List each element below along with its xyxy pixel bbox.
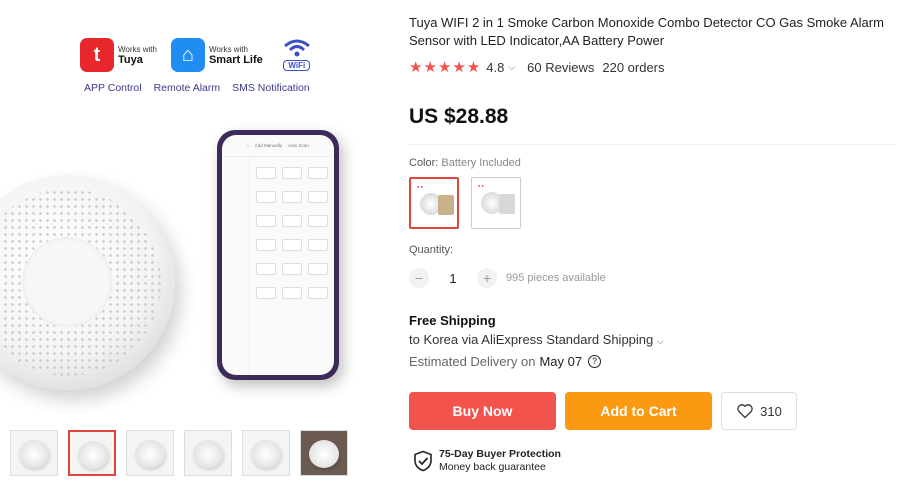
smart-life-app-icon: ⌂ <box>170 38 205 72</box>
thumbnail-4[interactable] <box>184 430 232 476</box>
color-label: Color: Battery Included <box>409 157 521 169</box>
quantity-increase-button[interactable]: + <box>477 268 497 288</box>
delivery-date: May 07 <box>539 354 583 369</box>
feature-captions: APP Control Remote Alarm SMS Notificatio… <box>84 82 310 94</box>
wishlist-count: 310 <box>760 403 782 419</box>
color-selected-value: Battery Included <box>441 157 521 169</box>
smoke-detector-image <box>0 175 175 390</box>
rating-row: ★★★★★ 4.8 ⌵ 60 Reviews 220 orders <box>409 58 665 76</box>
smart-life-badge: ⌂ Works with Smart Life <box>170 38 263 72</box>
thumbnail-6[interactable] <box>300 430 348 476</box>
tuya-app-name: Tuya <box>118 54 143 66</box>
wishlist-button[interactable]: 310 <box>721 392 797 430</box>
add-to-cart-button[interactable]: Add to Cart <box>565 392 712 430</box>
chevron-down-icon[interactable]: ⌵ <box>508 62 515 73</box>
shipping-method-text: to Korea via AliExpress Standard Shippin… <box>409 332 654 347</box>
shipping-method[interactable]: to Korea via AliExpress Standard Shippin… <box>409 332 664 347</box>
star-rating-icon[interactable]: ★★★★★ <box>409 58 481 76</box>
caption-remote-alarm: Remote Alarm <box>153 82 221 94</box>
phone-app-image: ‹ Add Manually Auto Scan <box>217 130 339 380</box>
protection-subtitle: Money back guarantee <box>439 461 546 473</box>
smart-life-app-name: Smart Life <box>208 54 263 66</box>
reviews-link[interactable]: 60 Reviews <box>527 60 594 75</box>
heart-icon <box>737 404 753 419</box>
wifi-badge: WiFi <box>277 38 317 71</box>
quantity-label: Quantity: <box>409 244 454 256</box>
orders-count: 220 orders <box>602 59 665 75</box>
delivery-label: Estimated Delivery on <box>409 354 536 369</box>
product-price: US $28.88 <box>409 105 509 128</box>
product-gallery: t Works with Tuya ⌂ Works with Smart Lif… <box>0 0 384 486</box>
quantity-available: 995 pieces available <box>506 272 606 284</box>
tuya-badge: t Works with Tuya <box>80 38 157 72</box>
help-icon[interactable]: ? <box>588 355 602 368</box>
chevron-down-icon: ⌵ <box>656 336 664 346</box>
variant-option-2[interactable]: ● ● <box>471 177 521 229</box>
thumbnail-5[interactable] <box>242 430 290 476</box>
buy-now-button[interactable]: Buy Now <box>409 392 556 430</box>
wifi-icon <box>283 39 310 57</box>
estimated-delivery: Estimated Delivery on May 07 ? <box>409 354 602 369</box>
quantity-value[interactable]: 1 <box>429 271 477 286</box>
variant-option-1[interactable]: ● ● <box>409 177 459 229</box>
smart-life-works-with: Works with <box>208 45 248 54</box>
wifi-label: WiFi <box>283 60 311 71</box>
thumbnail-3[interactable] <box>126 430 174 476</box>
thumbnail-2[interactable] <box>68 430 116 476</box>
rating-score: 4.8 <box>486 59 505 75</box>
tuya-app-icon: t <box>80 38 114 72</box>
quantity-decrease-button[interactable]: − <box>409 268 429 288</box>
thumbnail-1[interactable] <box>10 430 58 476</box>
main-product-image[interactable]: t Works with Tuya ⌂ Works with Smart Lif… <box>0 0 384 414</box>
divider <box>409 144 895 145</box>
protection-title: 75-Day Buyer Protection <box>439 448 561 460</box>
shield-icon <box>414 450 432 472</box>
buyer-protection: 75-Day Buyer Protection Money back guara… <box>413 448 561 474</box>
variant-selector: ● ● ● ● <box>409 177 521 229</box>
caption-sms-notification: SMS Notification <box>232 82 310 94</box>
caption-app-control: APP Control <box>84 82 142 94</box>
shipping-title: Free Shipping <box>409 313 496 328</box>
quantity-stepper: − 1 + 995 pieces available <box>409 268 606 288</box>
tuya-works-with: Works with <box>118 45 157 54</box>
color-label-text: Color: <box>409 157 439 169</box>
app-badges: t Works with Tuya ⌂ Works with Smart Lif… <box>80 38 317 72</box>
thumbnail-strip <box>10 430 348 476</box>
product-title: Tuya WIFI 2 in 1 Smoke Carbon Monoxide C… <box>409 15 884 48</box>
